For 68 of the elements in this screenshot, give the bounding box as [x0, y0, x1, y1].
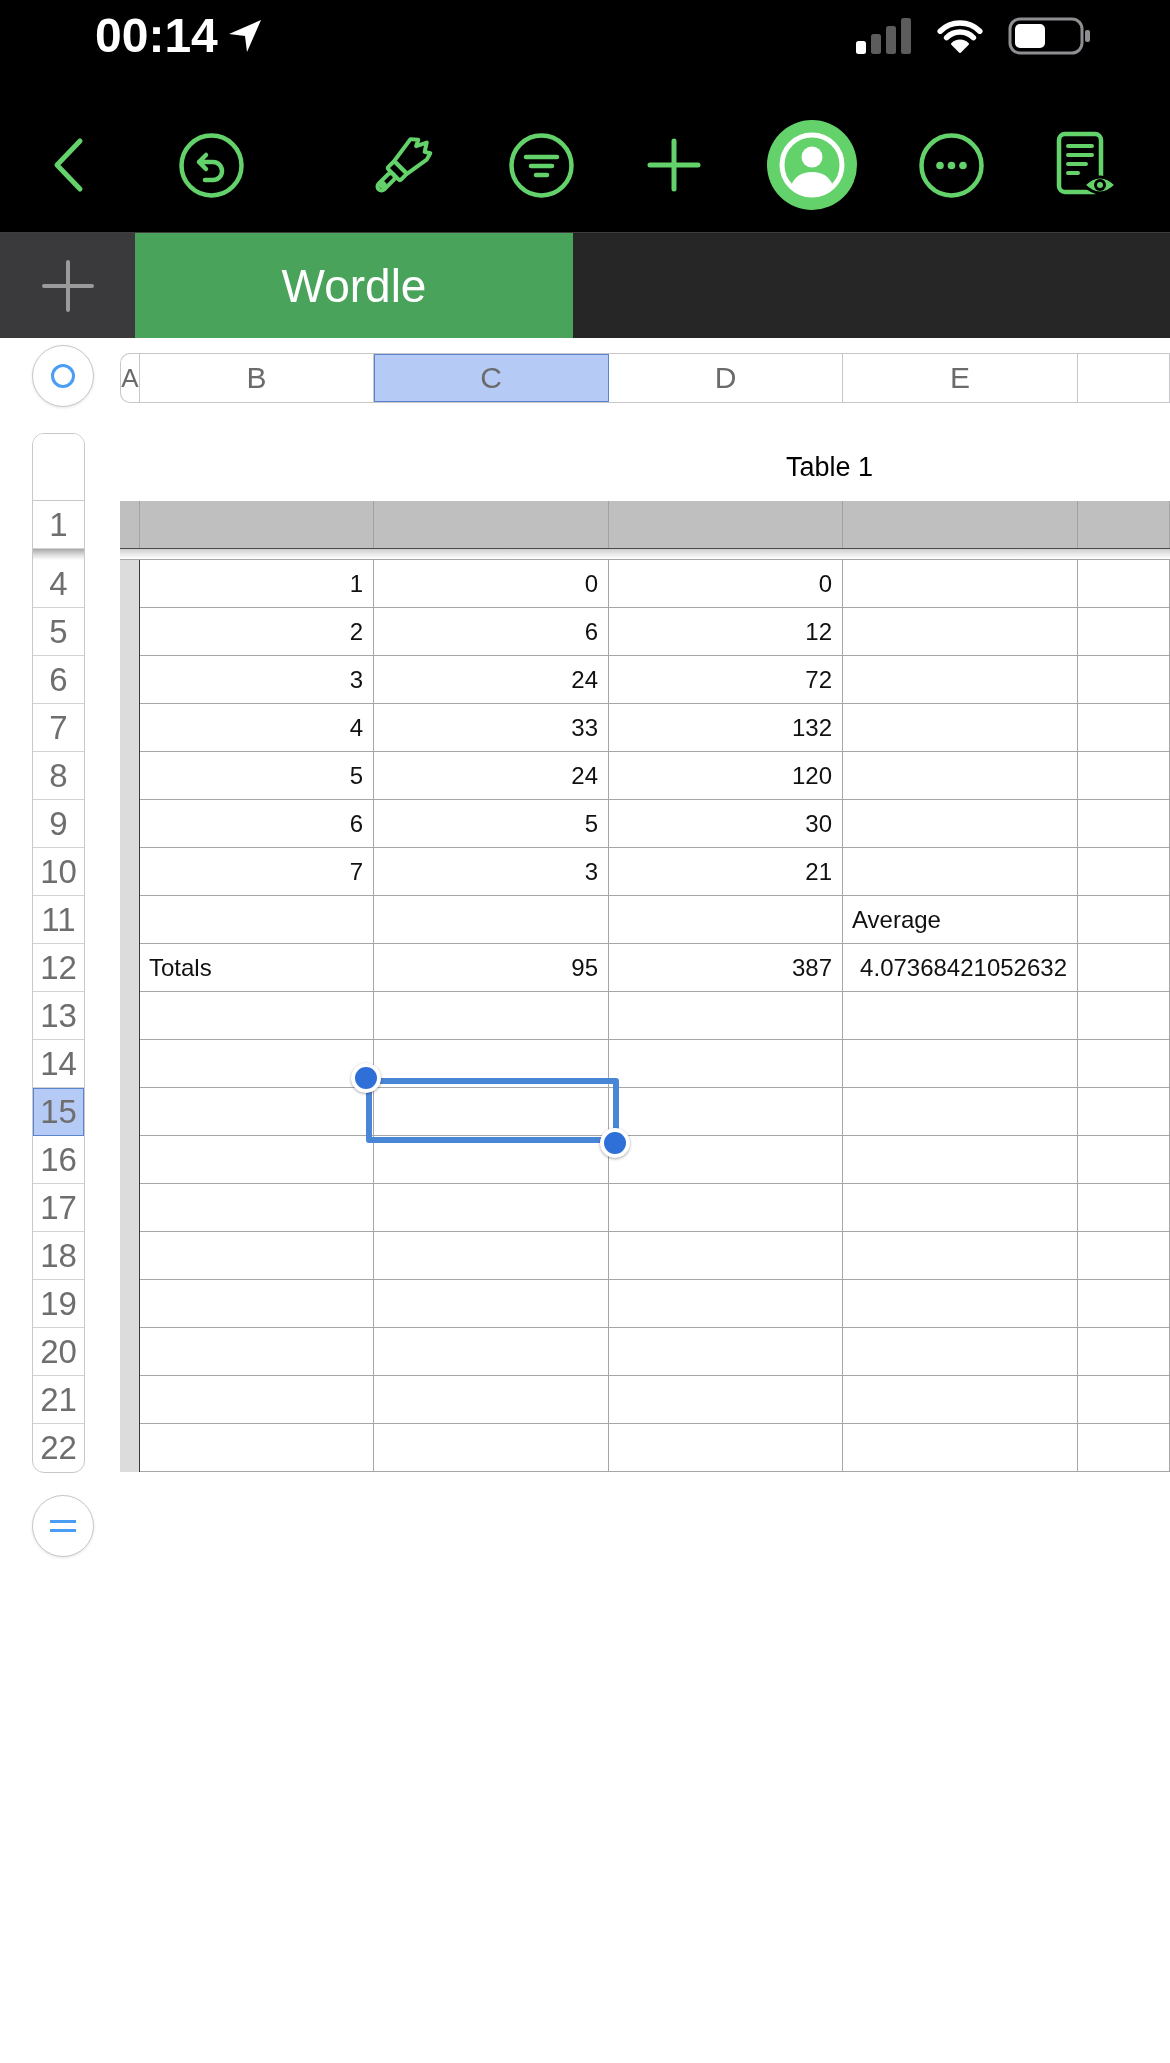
row-number[interactable]: 12 [33, 944, 84, 992]
time-label: 00:14 [95, 12, 218, 60]
table-cell: 387 [609, 944, 843, 991]
table-cell: 30 [609, 800, 843, 847]
row-number[interactable]: 5 [33, 608, 84, 656]
table-cell: Totals [140, 944, 374, 991]
table-cell: 2 [140, 608, 374, 655]
table-cell: 4.07368421052632 [843, 944, 1078, 991]
table-cell: 7 [140, 848, 374, 895]
row-number[interactable]: 15 [33, 1088, 84, 1136]
add-sheet-button[interactable] [0, 233, 135, 338]
row-number[interactable]: 22 [33, 1424, 84, 1472]
plus-icon [41, 259, 94, 312]
row-number[interactable]: 20 [33, 1328, 84, 1376]
selection-handle[interactable] [600, 1128, 630, 1158]
column-letter[interactable]: D [609, 354, 843, 402]
row-number[interactable]: 18 [33, 1232, 84, 1280]
battery-icon [1008, 17, 1092, 55]
row-number[interactable]: 10 [33, 848, 84, 896]
table-cell: 1 [140, 560, 374, 607]
equals-icon [49, 1519, 77, 1533]
table-cell: 132 [609, 704, 843, 751]
ring-icon [50, 363, 76, 389]
table-cell: 24 [374, 656, 609, 703]
table-cell: 0 [609, 560, 843, 607]
wifi-icon [935, 17, 985, 55]
select-table-button[interactable] [32, 345, 94, 407]
row-number[interactable]: 7 [33, 704, 84, 752]
table-cell: 3 [374, 848, 609, 895]
chevron-left-icon[interactable] [52, 137, 84, 193]
column-letter[interactable]: E [843, 354, 1078, 402]
row-number[interactable]: 6 [33, 656, 84, 704]
table-cell: 5 [374, 800, 609, 847]
table-cell: 12 [609, 608, 843, 655]
table-cell: 6 [374, 608, 609, 655]
column-letter[interactable]: A [121, 354, 140, 402]
row-number[interactable]: 16 [33, 1136, 84, 1184]
selection-handle[interactable] [351, 1063, 381, 1093]
ellipsis-icon[interactable] [919, 132, 984, 198]
table-title: Table 1 [786, 451, 874, 483]
signal-icon [856, 17, 912, 55]
row-number[interactable]: 8 [33, 752, 84, 800]
row-number[interactable]: 17 [33, 1184, 84, 1232]
row-number[interactable]: 11 [33, 896, 84, 944]
row-number[interactable]: 21 [33, 1376, 84, 1424]
table-cell: 120 [609, 752, 843, 799]
table-cell: 0 [374, 560, 609, 607]
table-cell: 3 [140, 656, 374, 703]
table-cell: 33 [374, 704, 609, 751]
filter-icon[interactable] [509, 132, 574, 198]
formula-button[interactable] [32, 1495, 94, 1557]
sheet-tab[interactable]: Wordle [135, 233, 573, 338]
table-cell: 24 [374, 752, 609, 799]
table-cell: 95 [374, 944, 609, 991]
table-cell: 6 [140, 800, 374, 847]
plus-icon[interactable] [647, 138, 701, 192]
table-cell: 72 [609, 656, 843, 703]
row-number[interactable]: 13 [33, 992, 84, 1040]
undo-icon[interactable] [179, 132, 244, 198]
row-number[interactable]: 19 [33, 1280, 84, 1328]
table-cell: Average [843, 896, 1078, 943]
table-cell: 21 [609, 848, 843, 895]
row-number[interactable]: 4 [33, 560, 84, 608]
column-letter[interactable]: C [374, 354, 609, 402]
table-cell: 5 [140, 752, 374, 799]
table-cell: 4 [140, 704, 374, 751]
person-circle-icon[interactable] [767, 120, 857, 210]
row-number[interactable]: 9 [33, 800, 84, 848]
